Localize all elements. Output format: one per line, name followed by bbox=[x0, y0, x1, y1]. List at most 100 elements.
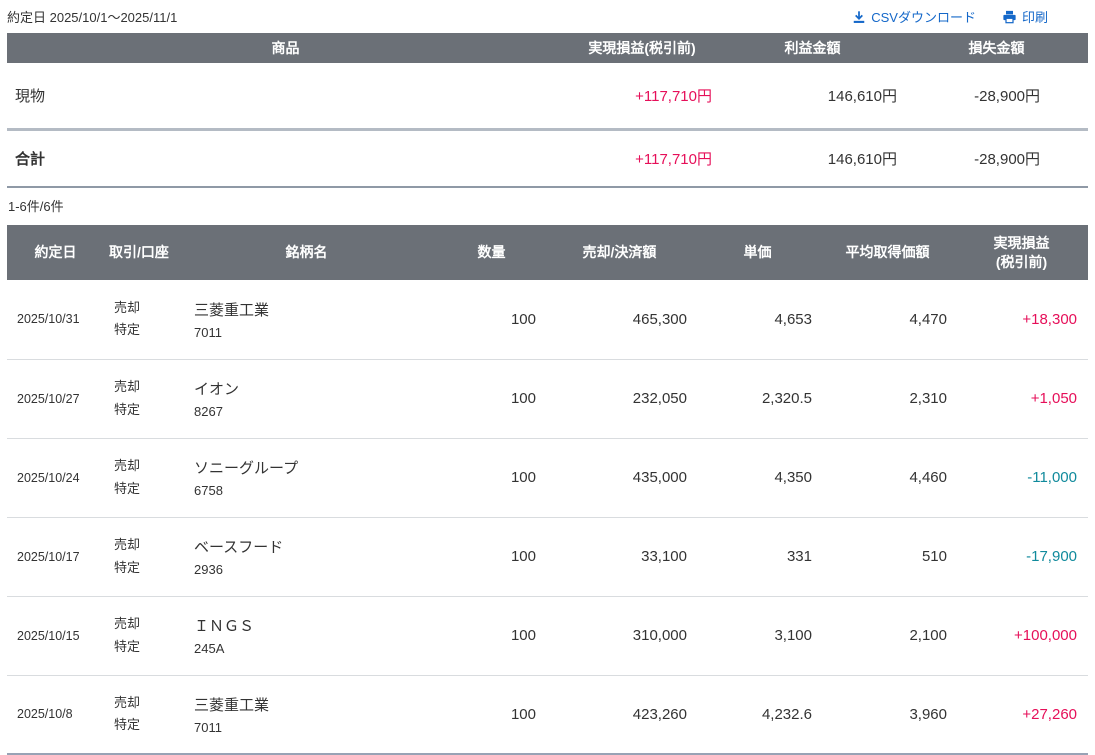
trade-account-cell: 売却 特定 bbox=[104, 280, 174, 359]
trade-date: 2025/10/17 bbox=[7, 517, 104, 596]
table-row: 2025/10/8 売却 特定 三菱重工業 7011 100 423,260 4… bbox=[7, 675, 1088, 754]
toolbar-links: CSVダウンロード 印刷 bbox=[852, 7, 1088, 26]
trade-date: 2025/10/24 bbox=[7, 438, 104, 517]
trade-date: 2025/10/15 bbox=[7, 596, 104, 675]
unit-price-value: 4,350 bbox=[695, 438, 820, 517]
account-type: 特定 bbox=[114, 402, 140, 417]
summary-row-cash: 現物 +117,710円 146,610円 -28,900円 bbox=[7, 63, 1088, 129]
trade-date: 2025/10/31 bbox=[7, 280, 104, 359]
avg-cost-value: 2,100 bbox=[820, 596, 955, 675]
trade-date: 2025/10/27 bbox=[7, 359, 104, 438]
pnl-value: +18,300 bbox=[955, 280, 1088, 359]
account-type: 特定 bbox=[114, 717, 140, 732]
trade-account-cell: 売却 特定 bbox=[104, 359, 174, 438]
stock-name: ＩＮＧＳ bbox=[194, 615, 439, 636]
pnl-value: +100,000 bbox=[955, 596, 1088, 675]
stock-name-cell: イオン 8267 bbox=[174, 359, 439, 438]
stock-code: 6758 bbox=[194, 483, 439, 498]
summary-loss-value: -28,900円 bbox=[905, 63, 1088, 129]
proceeds-value: 310,000 bbox=[544, 596, 695, 675]
trade-type: 売却 bbox=[114, 458, 140, 473]
avg-cost-value: 4,460 bbox=[820, 438, 955, 517]
stock-name: ソニーグループ bbox=[194, 457, 439, 478]
account-type: 特定 bbox=[114, 639, 140, 654]
trade-account-cell: 売却 特定 bbox=[104, 438, 174, 517]
detail-header-date: 約定日 bbox=[7, 225, 104, 280]
stock-name: イオン bbox=[194, 378, 439, 399]
summary-pnl-value: +117,710円 bbox=[564, 63, 720, 129]
realized-pnl-page: 約定日 2025/10/1～2025/11/1 CSVダウンロード bbox=[0, 0, 1095, 755]
trade-type: 売却 bbox=[114, 300, 140, 315]
summary-row-total: 合計 +117,710円 146,610円 -28,900円 bbox=[7, 129, 1088, 187]
stock-code: 245A bbox=[194, 641, 439, 656]
quantity-value: 100 bbox=[439, 675, 544, 754]
table-row: 2025/10/31 売却 特定 三菱重工業 7011 100 465,300 … bbox=[7, 280, 1088, 359]
stock-name: 三菱重工業 bbox=[194, 299, 439, 320]
pnl-value: +1,050 bbox=[955, 359, 1088, 438]
download-icon bbox=[852, 10, 866, 24]
trade-type: 売却 bbox=[114, 616, 140, 631]
account-type: 特定 bbox=[114, 322, 140, 337]
summary-header-product: 商品 bbox=[7, 33, 564, 63]
proceeds-value: 423,260 bbox=[544, 675, 695, 754]
pnl-value: +27,260 bbox=[955, 675, 1088, 754]
csv-download-label: CSVダウンロード bbox=[871, 7, 976, 26]
detail-header-avg-cost: 平均取得価額 bbox=[820, 225, 955, 280]
stock-name: 三菱重工業 bbox=[194, 694, 439, 715]
stock-name-cell: ＩＮＧＳ 245A bbox=[174, 596, 439, 675]
toolbar: 約定日 2025/10/1～2025/11/1 CSVダウンロード bbox=[7, 0, 1088, 33]
quantity-value: 100 bbox=[439, 359, 544, 438]
stock-code: 2936 bbox=[194, 562, 439, 577]
settlement-period-label: 約定日 2025/10/1～2025/11/1 bbox=[7, 7, 177, 26]
stock-name-cell: 三菱重工業 7011 bbox=[174, 280, 439, 359]
table-row: 2025/10/15 売却 特定 ＩＮＧＳ 245A 100 310,000 3… bbox=[7, 596, 1088, 675]
table-row: 2025/10/24 売却 特定 ソニーグループ 6758 100 435,00… bbox=[7, 438, 1088, 517]
csv-download-link[interactable]: CSVダウンロード bbox=[852, 7, 976, 26]
avg-cost-value: 4,470 bbox=[820, 280, 955, 359]
summary-header-pnl: 実現損益(税引前) bbox=[564, 33, 720, 63]
avg-cost-value: 3,960 bbox=[820, 675, 955, 754]
quantity-value: 100 bbox=[439, 517, 544, 596]
quantity-value: 100 bbox=[439, 596, 544, 675]
summary-product-label: 現物 bbox=[7, 63, 564, 129]
pagination-count: 1-6件/6件 bbox=[7, 188, 1088, 225]
unit-price-value: 2,320.5 bbox=[695, 359, 820, 438]
trade-type: 売却 bbox=[114, 379, 140, 394]
printer-icon bbox=[1002, 10, 1017, 24]
stock-code: 7011 bbox=[194, 325, 439, 340]
summary-table: 商品 実現損益(税引前) 利益金額 損失金額 現物 +117,710円 146,… bbox=[7, 33, 1088, 188]
print-link[interactable]: 印刷 bbox=[1002, 7, 1048, 26]
unit-price-value: 4,232.6 bbox=[695, 675, 820, 754]
proceeds-value: 33,100 bbox=[544, 517, 695, 596]
detail-header-row: 約定日 取引/口座 銘柄名 数量 売却/決済額 単価 平均取得価額 実現損益 (… bbox=[7, 225, 1088, 280]
proceeds-value: 435,000 bbox=[544, 438, 695, 517]
stock-name: ベースフード bbox=[194, 536, 439, 557]
stock-code: 7011 bbox=[194, 720, 439, 735]
trade-account-cell: 売却 特定 bbox=[104, 596, 174, 675]
trade-account-cell: 売却 特定 bbox=[104, 675, 174, 754]
summary-profit-value: 146,610円 bbox=[720, 63, 905, 129]
proceeds-value: 232,050 bbox=[544, 359, 695, 438]
detail-header-pnl-line1: 実現損益 bbox=[994, 235, 1050, 251]
avg-cost-value: 510 bbox=[820, 517, 955, 596]
avg-cost-value: 2,310 bbox=[820, 359, 955, 438]
summary-total-loss-value: -28,900円 bbox=[905, 129, 1088, 187]
trade-type: 売却 bbox=[114, 695, 140, 710]
detail-header-trade-account: 取引/口座 bbox=[104, 225, 174, 280]
trade-account-cell: 売却 特定 bbox=[104, 517, 174, 596]
detail-header-proceeds: 売却/決済額 bbox=[544, 225, 695, 280]
quantity-value: 100 bbox=[439, 438, 544, 517]
summary-header-row: 商品 実現損益(税引前) 利益金額 損失金額 bbox=[7, 33, 1088, 63]
account-type: 特定 bbox=[114, 481, 140, 496]
stock-name-cell: ベースフード 2936 bbox=[174, 517, 439, 596]
detail-header-name: 銘柄名 bbox=[174, 225, 439, 280]
summary-total-label: 合計 bbox=[7, 129, 564, 187]
table-row: 2025/10/17 売却 特定 ベースフード 2936 100 33,100 … bbox=[7, 517, 1088, 596]
print-label: 印刷 bbox=[1022, 7, 1048, 26]
quantity-value: 100 bbox=[439, 280, 544, 359]
pnl-value: -11,000 bbox=[955, 438, 1088, 517]
unit-price-value: 4,653 bbox=[695, 280, 820, 359]
detail-header-pnl-line2: (税引前) bbox=[996, 254, 1047, 270]
trade-date: 2025/10/8 bbox=[7, 675, 104, 754]
pnl-value: -17,900 bbox=[955, 517, 1088, 596]
